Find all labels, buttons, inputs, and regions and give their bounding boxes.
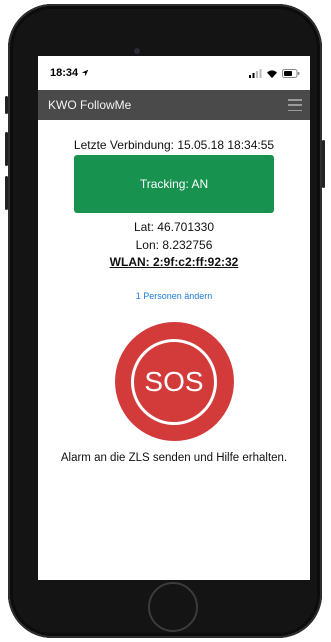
main-content: Letzte Verbindung: 15.05.18 18:34:55 Tra… bbox=[38, 138, 310, 464]
status-bar: 18:34 bbox=[38, 56, 310, 90]
status-time: 18:34 bbox=[50, 67, 79, 79]
last-connection-text: Letzte Verbindung: 15.05.18 18:34:55 bbox=[73, 138, 275, 152]
front-camera bbox=[134, 48, 140, 54]
change-persons-link[interactable]: 1 Personen ändern bbox=[38, 291, 310, 301]
power-button bbox=[322, 140, 325, 188]
wlan-text: WLAN: 2:9f:c2:ff:92:32 bbox=[109, 255, 239, 269]
volume-down-button bbox=[5, 176, 8, 210]
sos-ring: SOS bbox=[131, 338, 217, 425]
sos-button[interactable]: SOS bbox=[114, 322, 234, 441]
tracking-toggle-button[interactable]: Tracking: AN bbox=[74, 155, 274, 213]
alarm-description: Alarm an die ZLS senden und Hilfe erhalt… bbox=[60, 452, 288, 464]
longitude-text: Lon: 8.232756 bbox=[135, 238, 213, 252]
wifi-icon bbox=[267, 69, 277, 78]
home-button[interactable] bbox=[148, 582, 198, 632]
hamburger-menu-icon[interactable] bbox=[288, 99, 302, 111]
phone-frame: 18:34 KWO FollowMe Letzte Verbindung: 15… bbox=[5, 4, 325, 638]
app-header: KWO FollowMe bbox=[38, 90, 310, 120]
location-arrow-icon bbox=[81, 69, 89, 77]
phone-screen: 18:34 KWO FollowMe Letzte Verbindung: 15… bbox=[38, 56, 310, 580]
battery-icon bbox=[282, 68, 300, 78]
signal-icon bbox=[249, 68, 262, 78]
latitude-text: Lat: 46.701330 bbox=[133, 220, 215, 234]
app-title: KWO FollowMe bbox=[48, 98, 132, 112]
sos-label: SOS bbox=[144, 365, 204, 397]
tracking-label: Tracking: AN bbox=[139, 177, 209, 191]
volume-up-button bbox=[5, 132, 8, 166]
mute-switch bbox=[5, 96, 8, 114]
